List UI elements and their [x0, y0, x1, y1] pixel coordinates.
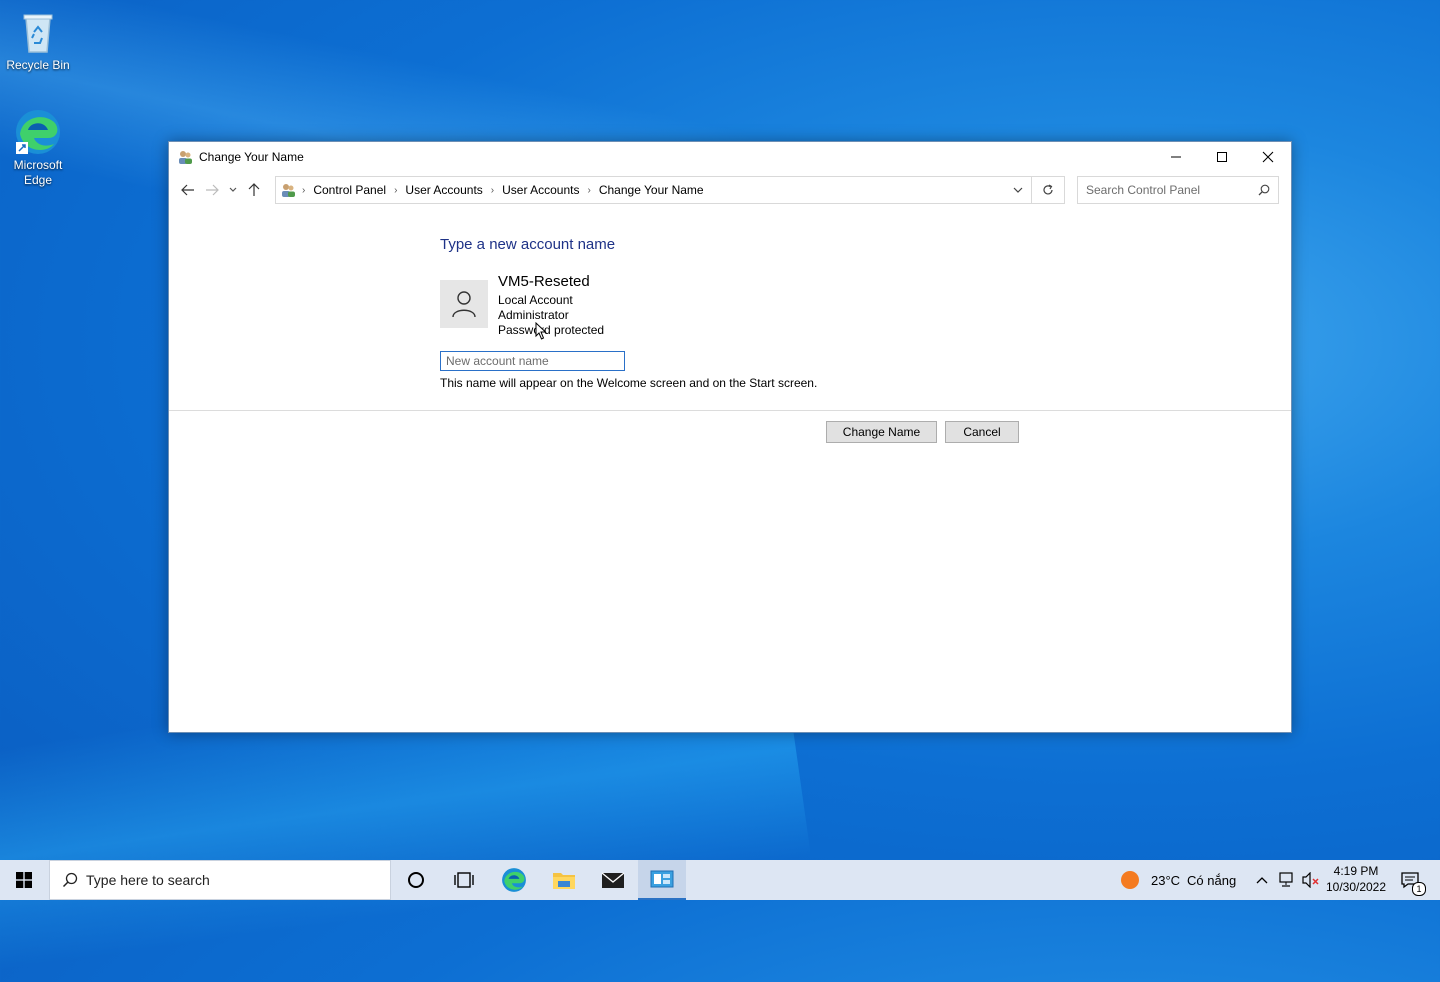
page-heading: Type a new account name — [440, 236, 616, 253]
task-view-icon — [454, 872, 474, 888]
close-icon — [1262, 151, 1274, 163]
file-explorer-button[interactable] — [540, 860, 588, 900]
navigation-bar: › Control Panel › User Accounts › User A… — [169, 172, 1291, 208]
taskbar-search-box[interactable]: Type here to search — [49, 860, 391, 900]
start-button[interactable] — [0, 860, 48, 900]
user-icon — [452, 291, 476, 318]
chevron-up-icon — [1256, 877, 1268, 884]
sun-icon — [1120, 870, 1140, 890]
close-button[interactable] — [1245, 142, 1291, 172]
cortana-button[interactable] — [392, 860, 440, 900]
address-bar[interactable]: › Control Panel › User Accounts › User A… — [275, 176, 1032, 204]
up-arrow-icon — [248, 183, 260, 196]
volume-muted-icon — [1302, 872, 1319, 888]
mail-button[interactable] — [589, 860, 637, 900]
maximize-icon — [1217, 152, 1227, 162]
windows-logo-icon — [16, 872, 32, 888]
forward-arrow-icon — [206, 184, 219, 196]
recycle-bin-icon — [14, 8, 62, 56]
breadcrumb-change-your-name[interactable]: Change Your Name — [599, 183, 704, 197]
forward-button[interactable] — [200, 178, 224, 202]
notification-center-button[interactable]: 1 — [1396, 860, 1426, 900]
control-panel-taskbar-button[interactable] — [638, 860, 686, 900]
desktop-icon-recycle-bin[interactable]: Recycle Bin — [0, 8, 76, 73]
chevron-right-icon: › — [302, 184, 306, 196]
breadcrumb-user-accounts-sub[interactable]: User Accounts — [502, 183, 579, 197]
desktop-icon-label: Recycle Bin — [6, 58, 70, 72]
account-role: Administrator — [498, 308, 569, 322]
refresh-icon — [1043, 184, 1053, 195]
account-name: VM5-Reseted — [498, 273, 590, 290]
divider — [169, 410, 1291, 411]
taskbar: Type here to search 23°C Có nắng 4:19 PM… — [0, 860, 1440, 900]
chevron-down-icon — [229, 187, 237, 192]
mouse-cursor-icon — [535, 321, 547, 345]
address-dropdown-button[interactable] — [1013, 183, 1023, 202]
control-panel-icon — [650, 870, 674, 888]
change-name-button[interactable]: Change Name — [826, 421, 937, 443]
search-input[interactable]: Search Control Panel — [1077, 176, 1279, 204]
account-security: Password protected — [498, 323, 605, 337]
back-arrow-icon — [181, 184, 194, 196]
maximize-button[interactable] — [1199, 142, 1245, 172]
clock-time: 4:19 PM — [1333, 864, 1379, 878]
user-accounts-icon — [177, 149, 193, 165]
show-hidden-icons-button[interactable] — [1255, 860, 1269, 900]
edge-icon — [502, 868, 526, 892]
window-title: Change Your Name — [199, 150, 304, 164]
cancel-button[interactable]: Cancel — [945, 421, 1019, 443]
name-hint: This name will appear on the Welcome scr… — [440, 376, 818, 390]
taskbar-edge-button[interactable] — [490, 860, 538, 900]
network-icon — [1279, 872, 1293, 887]
breadcrumb-user-accounts[interactable]: User Accounts — [405, 183, 482, 197]
taskbar-search-text: Type here to search — [86, 872, 210, 888]
folder-icon — [553, 873, 575, 889]
network-button[interactable] — [1278, 860, 1296, 900]
mail-icon — [601, 872, 625, 888]
task-view-button[interactable] — [440, 860, 488, 900]
change-name-window: Change Your Name › Control Panel › User … — [168, 141, 1292, 733]
minimize-button[interactable] — [1153, 142, 1199, 172]
search-icon — [62, 872, 78, 888]
user-avatar — [440, 280, 488, 328]
chevron-right-icon[interactable]: › — [588, 185, 591, 196]
chevron-right-icon[interactable]: › — [394, 185, 397, 196]
new-account-name-input[interactable] — [440, 351, 625, 371]
desktop-icon-edge[interactable]: Microsoft Edge — [0, 108, 76, 188]
edge-icon — [14, 108, 62, 156]
search-placeholder: Search Control Panel — [1086, 183, 1201, 197]
account-type: Local Account — [498, 293, 573, 307]
title-bar[interactable]: Change Your Name — [169, 142, 1291, 172]
refresh-button[interactable] — [1032, 176, 1065, 204]
weather-condition: Có nắng — [1187, 872, 1237, 888]
cortana-icon — [408, 872, 424, 888]
weather-widget[interactable]: 23°C Có nắng — [1120, 860, 1236, 900]
chevron-right-icon[interactable]: › — [491, 185, 494, 196]
back-button[interactable] — [176, 178, 200, 202]
recent-locations-button[interactable] — [224, 178, 242, 202]
desktop-icon-label: Microsoft Edge — [13, 158, 63, 187]
weather-temp: 23°C — [1151, 872, 1181, 888]
search-icon — [1258, 184, 1270, 199]
minimize-icon — [1171, 156, 1181, 158]
control-panel-icon — [280, 182, 296, 198]
up-button[interactable] — [242, 178, 266, 202]
chevron-down-icon — [1013, 187, 1023, 193]
volume-button[interactable] — [1301, 860, 1321, 900]
clock-date: 10/30/2022 — [1325, 880, 1387, 894]
breadcrumb-control-panel[interactable]: Control Panel — [313, 183, 386, 197]
system-clock[interactable]: 4:19 PM 10/30/2022 — [1320, 863, 1392, 895]
notification-badge: 1 — [1412, 882, 1426, 896]
